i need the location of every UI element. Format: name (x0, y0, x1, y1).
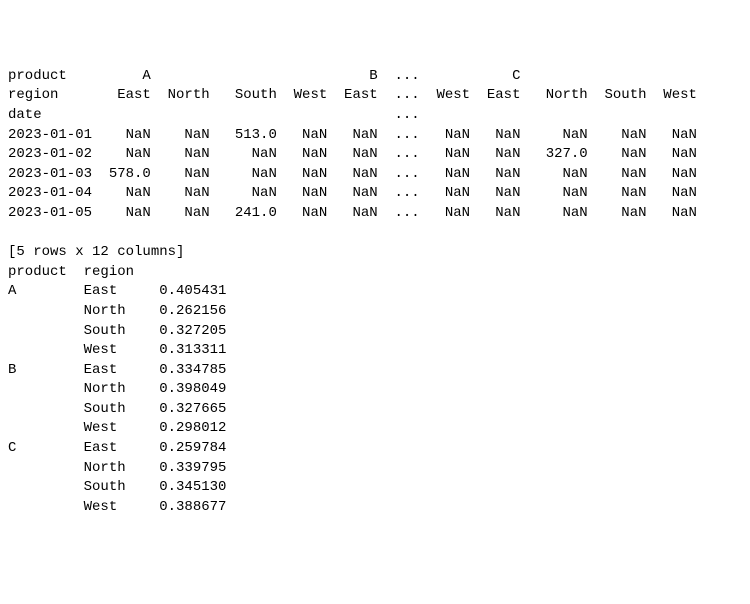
console-output: product A B ... C region East North Sout… (8, 67, 742, 518)
